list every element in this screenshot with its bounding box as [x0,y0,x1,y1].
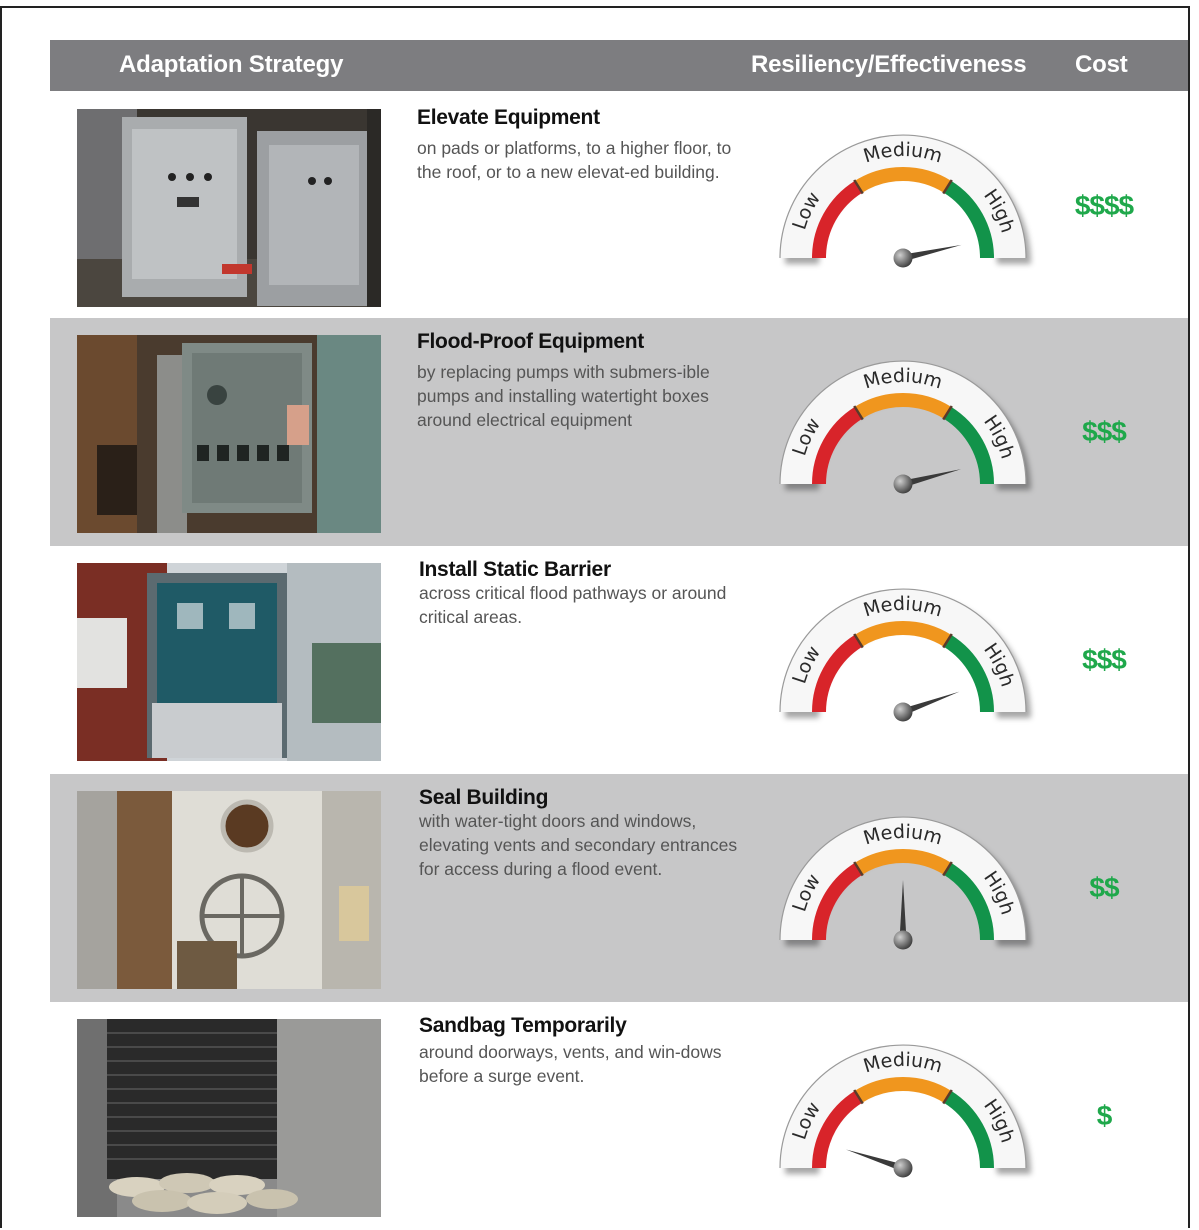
strategy-row-seal-building: Seal Building with water-tight doors and… [50,774,1188,1002]
effectiveness-gauge: LowMediumHigh [779,816,1027,950]
effectiveness-gauge: LowMediumHigh [779,134,1027,268]
gauge-hub [893,1158,913,1178]
gauge-segment-medium [854,849,952,875]
strategy-row-flood-proof: Flood-Proof Equipment by replacing pumps… [50,318,1188,546]
photo-door-barrier [77,563,381,761]
header-strategy: Adaptation Strategy [119,51,344,78]
gauge-segment-medium [854,1077,952,1103]
gauge-hub [893,474,913,494]
effectiveness-gauge: LowMediumHigh [779,360,1027,494]
strategy-title: Install Static Barrier [419,558,611,581]
cost-rating: $$$ [1082,416,1127,447]
strategy-title: Flood-Proof Equipment [417,330,644,353]
header-resiliency: Resiliency/Effectiveness [751,51,1027,78]
strategy-title: Elevate Equipment [417,106,600,129]
strategy-row-static-barrier: Install Static Barrier across critical f… [50,546,1188,774]
effectiveness-gauge: LowMediumHigh [779,1044,1027,1178]
cost-rating: $$$ [1082,644,1127,675]
gauge-segment-medium [854,621,952,647]
gauge-segment-medium [854,167,952,193]
strategy-description: with water-tight doors and windows, elev… [419,811,738,879]
header-cost: Cost [1075,51,1128,78]
photo-electrical-panels [77,109,381,307]
cost-rating: $$ [1089,872,1119,903]
strategy-row-sandbag: Sandbag Temporarily around doorways, ven… [50,1002,1188,1230]
photo-sandbags-vent [77,1019,381,1217]
strategy-description: across critical flood pathways or around… [419,583,727,627]
cost-rating: $$$$ [1074,190,1134,221]
strategy-description: around doorways, vents, and win-dows bef… [419,1042,722,1086]
strategy-description: on pads or platforms, to a higher floor,… [417,138,732,182]
gauge-hub [893,702,913,722]
strategy-description: by replacing pumps with submers-ible pum… [417,362,710,430]
effectiveness-gauge: LowMediumHigh [779,588,1027,722]
photo-watertight-box [77,335,381,533]
cost-rating: $ [1096,1100,1113,1131]
gauge-segment-medium [854,393,952,419]
gauge-hub [893,930,913,950]
strategy-title: Sandbag Temporarily [419,1014,627,1037]
table-header: Adaptation Strategy Resiliency/Effective… [50,40,1188,91]
photo-watertight-door [77,791,381,989]
strategy-row-elevate: Elevate Equipment on pads or platforms, … [50,92,1188,320]
gauge-hub [893,248,913,268]
strategy-title: Seal Building [419,786,549,809]
